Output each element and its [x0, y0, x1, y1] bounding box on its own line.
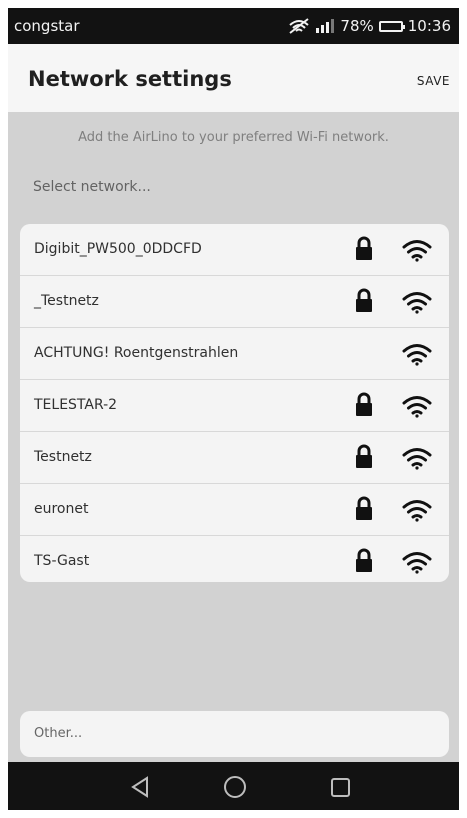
- battery-icon: [378, 20, 405, 32]
- wifi-signal-icon: [402, 342, 432, 366]
- wifi-signal-icon: [402, 550, 432, 574]
- save-button[interactable]: SAVE: [417, 74, 450, 88]
- wifi-status-icon: [288, 17, 310, 35]
- other-network-label: Other...: [34, 726, 83, 741]
- network-name: TELESTAR-2: [34, 397, 118, 413]
- back-icon[interactable]: [126, 773, 154, 801]
- wifi-signal-icon: [402, 238, 432, 262]
- network-row[interactable]: ACHTUNG! Roentgenstrahlen: [20, 328, 449, 380]
- phone-screen: congstar 78% 10:36 Network settings SAVE…: [8, 8, 459, 810]
- wifi-signal-icon: [402, 446, 432, 470]
- network-list: Digibit_PW500_0DDCFD _Testnetz ACHTUNG! Ro…: [20, 224, 449, 582]
- wifi-signal-icon: [402, 394, 432, 418]
- page-title: Network settings: [28, 67, 232, 91]
- network-name: Testnetz: [34, 449, 92, 465]
- lock-icon: [354, 548, 374, 574]
- network-row[interactable]: TS-Gast: [20, 536, 449, 582]
- network-row[interactable]: TELESTAR-2: [20, 380, 449, 432]
- cell-signal-icon: [315, 18, 335, 34]
- battery-percent: 78%: [340, 17, 374, 35]
- network-name: ACHTUNG! Roentgenstrahlen: [34, 345, 239, 361]
- recent-apps-icon[interactable]: [326, 773, 354, 801]
- home-icon[interactable]: [221, 773, 249, 801]
- carrier-name: congstar: [14, 17, 80, 35]
- lock-icon: [354, 392, 374, 418]
- wifi-signal-icon: [402, 498, 432, 522]
- network-name: Digibit_PW500_0DDCFD: [34, 241, 202, 257]
- network-row[interactable]: Testnetz: [20, 432, 449, 484]
- lock-icon: [354, 288, 374, 314]
- lock-icon: [354, 444, 374, 470]
- network-name: _Testnetz: [34, 293, 99, 309]
- status-indicators: 78% 10:36: [288, 16, 451, 36]
- status-bar: congstar 78% 10:36: [8, 8, 459, 44]
- network-row[interactable]: _Testnetz: [20, 276, 449, 328]
- wifi-signal-icon: [402, 290, 432, 314]
- network-row[interactable]: euronet: [20, 484, 449, 536]
- lock-icon: [354, 496, 374, 522]
- other-network-button[interactable]: Other...: [20, 711, 449, 757]
- network-name: TS-Gast: [34, 553, 90, 569]
- network-name: euronet: [34, 501, 89, 517]
- select-network-label: Select network...: [33, 179, 151, 195]
- instruction-text: Add the AirLino to your preferred Wi-Fi …: [78, 130, 389, 145]
- navigation-bar: [8, 762, 459, 810]
- clock: 10:36: [407, 17, 451, 35]
- network-row[interactable]: Digibit_PW500_0DDCFD: [20, 224, 449, 276]
- app-bar: Network settings SAVE: [8, 44, 459, 112]
- lock-icon: [354, 236, 374, 262]
